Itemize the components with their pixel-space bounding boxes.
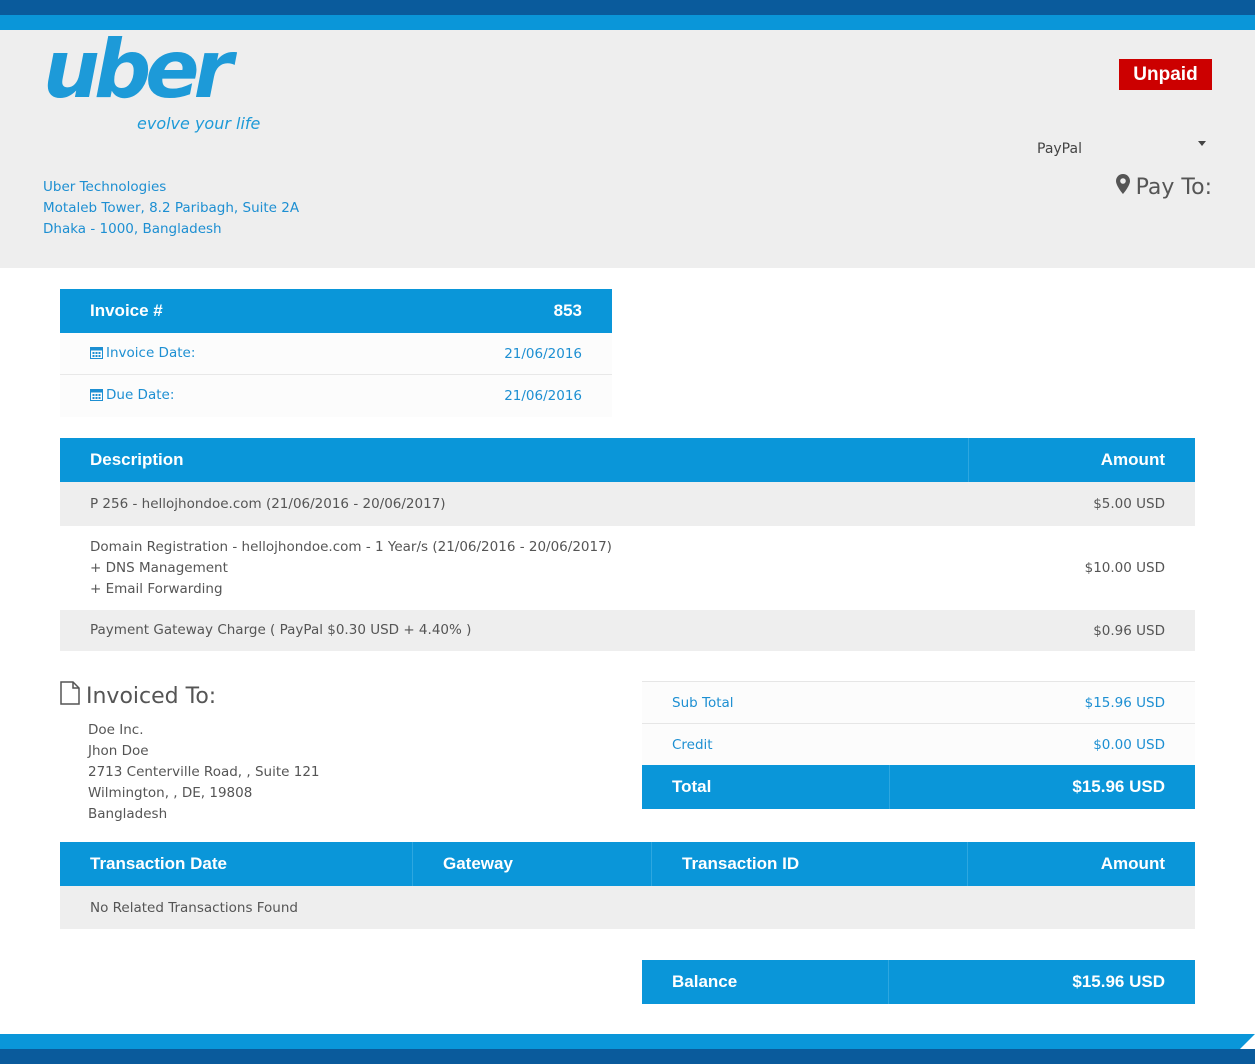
column-header-description: Description [90, 450, 184, 469]
logo-word: uber [43, 23, 233, 116]
credit-row: Credit $0.00 USD [642, 723, 1195, 765]
top-bar-dark [0, 0, 1255, 15]
total-value: $15.96 USD [1072, 777, 1165, 796]
column-divider [412, 842, 413, 886]
column-divider [889, 765, 890, 809]
invoice-number-row: Invoice # 853 [60, 289, 612, 333]
item-description: Payment Gateway Charge ( PayPal $0.30 US… [90, 620, 471, 641]
company-address: Uber Technologies Motaleb Tower, 8.2 Par… [43, 177, 299, 240]
transactions-table-header: Transaction Date Gateway Transaction ID … [60, 842, 1195, 886]
balance-label: Balance [672, 972, 738, 991]
client-line: Wilmington, , DE, 19808 [88, 785, 253, 801]
calendar-icon [90, 388, 103, 405]
invoiced-to-heading: Invoiced To: [60, 681, 320, 711]
invoice-date-row: Invoice Date: 21/06/2016 [60, 333, 612, 375]
column-divider [651, 842, 652, 886]
item-amount: $5.00 USD [1093, 496, 1165, 512]
credit-label: Credit [672, 736, 713, 753]
balance-table: Balance $15.96 USD [642, 960, 1195, 1004]
client-line: Doe Inc. [88, 722, 144, 738]
invoiced-to-section: Invoiced To: Doe Inc. Jhon Doe 2713 Cent… [60, 681, 320, 825]
balance-value: $15.96 USD [1072, 972, 1165, 991]
invoiced-to-title: Invoiced To: [86, 683, 217, 709]
chevron-down-icon [1198, 141, 1206, 146]
footer-notch [1240, 1034, 1255, 1049]
transactions-table: Transaction Date Gateway Transaction ID … [60, 842, 1195, 929]
invoice-number-label: Invoice # [90, 301, 163, 320]
invoice-date-label-group: Invoice Date: [90, 345, 195, 363]
totals-table: Sub Total $15.96 USD Credit $0.00 USD To… [642, 681, 1195, 809]
due-date: 21/06/2016 [504, 388, 582, 404]
subtotal-row: Sub Total $15.96 USD [642, 681, 1195, 723]
items-table-header: Description Amount [60, 438, 1195, 482]
column-header-gateway: Gateway [443, 854, 513, 873]
item-amount: $0.96 USD [1093, 622, 1165, 639]
column-header-amount: Amount [1100, 450, 1165, 469]
item-description: P 256 - hellojhondoe.com (21/06/2016 - 2… [90, 494, 446, 515]
invoice-date-label: Invoice Date: [106, 344, 196, 361]
column-header-transaction-id: Transaction ID [682, 854, 800, 873]
item-line: Domain Registration - hellojhondoe.com -… [90, 538, 612, 555]
item-amount: $10.00 USD [1084, 560, 1165, 576]
column-header-transaction-date: Transaction Date [90, 854, 227, 873]
pay-to-label: Pay To: [1135, 174, 1212, 200]
logo-tagline: evolve your life [137, 114, 261, 133]
payment-gateway-select[interactable]: PayPal [1030, 136, 1212, 162]
table-row: P 256 - hellojhondoe.com (21/06/2016 - 2… [60, 482, 1195, 526]
due-date-label: Due Date: [106, 387, 175, 403]
table-row: Payment Gateway Charge ( PayPal $0.30 US… [60, 610, 1195, 651]
client-address: Doe Inc. Jhon Doe 2713 Centerville Road,… [88, 720, 320, 825]
total-label: Total [672, 777, 712, 796]
footer-bar-light [0, 1034, 1255, 1049]
invoice-number: 853 [553, 301, 582, 320]
total-row: Total $15.96 USD [642, 765, 1195, 809]
client-line: Jhon Doe [88, 743, 149, 759]
client-line: 2713 Centerville Road, , Suite 121 [88, 764, 320, 780]
calendar-icon [90, 346, 103, 363]
column-divider [888, 960, 889, 1004]
column-header-amount: Amount [1100, 854, 1165, 873]
credit-value: $0.00 USD [1093, 736, 1165, 753]
item-line: Payment Gateway Charge ( PayPal $0.30 US… [90, 622, 472, 638]
item-line: P 256 - hellojhondoe.com (21/06/2016 - 2… [90, 495, 446, 512]
footer-bar-dark [0, 1049, 1255, 1064]
gateway-selected-value: PayPal [1037, 141, 1082, 157]
company-name: Uber Technologies [43, 179, 167, 195]
due-date-label-group: Due Date: [90, 387, 174, 405]
status-badge: Unpaid [1119, 59, 1212, 90]
client-line: Bangladesh [88, 806, 168, 822]
uber-logo: uber evolve your life [43, 30, 283, 134]
item-line: + DNS Management [90, 559, 228, 576]
map-marker-icon [1115, 174, 1130, 200]
company-address-line1: Motaleb Tower, 8.2 Paribagh, Suite 2A [43, 200, 300, 216]
due-date-row: Due Date: 21/06/2016 [60, 375, 612, 417]
invoice-info-table: Invoice # 853 Invoice Date: 21/06/2016 D… [60, 289, 612, 417]
column-divider [967, 842, 968, 886]
invoice-items-table: Description Amount P 256 - hellojhondoe.… [60, 438, 1195, 651]
invoice-date: 21/06/2016 [504, 345, 582, 362]
table-row: Domain Registration - hellojhondoe.com -… [60, 526, 1195, 610]
subtotal-label: Sub Total [672, 694, 734, 711]
column-divider [968, 438, 969, 482]
item-line: + Email Forwarding [90, 580, 223, 597]
subtotal-value: $15.96 USD [1084, 694, 1165, 711]
company-address-line2: Dhaka - 1000, Bangladesh [43, 221, 222, 237]
invoice-header: uber evolve your life Uber Technologies … [0, 30, 1255, 268]
file-icon [60, 681, 80, 711]
pay-to-heading: Pay To: [1115, 174, 1212, 200]
item-description: Domain Registration - hellojhondoe.com -… [90, 537, 612, 600]
balance-row: Balance $15.96 USD [642, 960, 1195, 1004]
no-transactions-message: No Related Transactions Found [60, 886, 1195, 929]
